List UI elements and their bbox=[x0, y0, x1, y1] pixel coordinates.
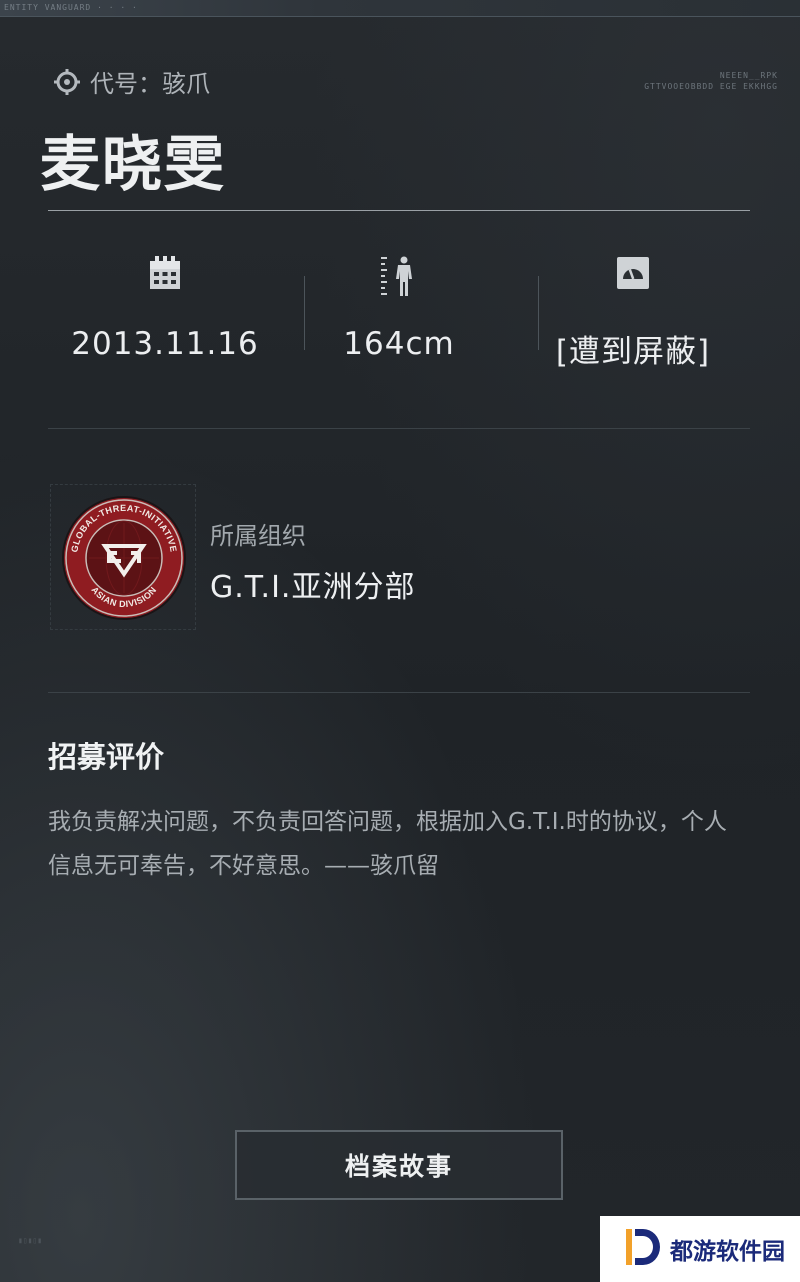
crosshair-icon bbox=[54, 68, 80, 95]
hud-code-line: NEEEN__RPK GTTVOOEOBBDD EGE EKKHGG bbox=[644, 71, 778, 91]
organization-value: G.T.I.亚洲分部 bbox=[210, 570, 416, 605]
profile-panel: 代号：骇爪 NEEEN__RPK GTTVOOEOBBDD EGE EKKHGG… bbox=[0, 16, 800, 1282]
classified-value: [遭到屏蔽] bbox=[555, 334, 711, 370]
codename-label: 代号：骇爪 bbox=[90, 70, 210, 98]
stats-row: 2013.11.16 164cm [遭到屏蔽] bbox=[48, 256, 750, 386]
d-logo-icon bbox=[624, 1227, 662, 1271]
watermark-text: 都游软件园 bbox=[670, 1239, 785, 1265]
birthday-value: 2013.11.16 bbox=[71, 326, 259, 362]
character-name: 麦晓雯 bbox=[40, 130, 226, 200]
organization-label: 所属组织 bbox=[210, 522, 306, 550]
body-height-icon bbox=[282, 256, 516, 306]
section-divider bbox=[48, 428, 750, 429]
section-divider bbox=[48, 692, 750, 693]
footer-decoration: ▮▯▮▯▮ bbox=[18, 1236, 43, 1245]
codename-row: 代号：骇爪 bbox=[54, 64, 210, 99]
height-value: 164cm bbox=[343, 326, 455, 362]
recruit-heading: 招募评价 bbox=[48, 740, 165, 774]
stat-height: 164cm bbox=[282, 256, 516, 362]
hud-code-text: NEEEN__RPK GTTVOOEOBBDD EGE EKKHGG bbox=[644, 70, 778, 92]
archive-story-button[interactable]: 档案故事 bbox=[235, 1130, 563, 1200]
watermark-logo: 都游软件园 bbox=[600, 1216, 800, 1282]
organization-emblem: GLOBAL-THREAT-INITIATIVE ASIAN DIVISION bbox=[50, 484, 196, 630]
calendar-icon bbox=[48, 256, 282, 306]
stat-classified: [遭到屏蔽] bbox=[516, 256, 750, 371]
top-status-strip: ENTITY VANGUARD · · · · bbox=[0, 0, 800, 17]
title-divider bbox=[48, 210, 750, 211]
top-strip-text: ENTITY VANGUARD · · · · bbox=[4, 3, 138, 12]
stat-birthday: 2013.11.16 bbox=[48, 256, 282, 362]
gauge-icon bbox=[516, 256, 750, 306]
recruit-description: 我负责解决问题，不负责回答问题，根据加入G.T.I.时的协议，个人信息无可奉告，… bbox=[48, 809, 727, 879]
